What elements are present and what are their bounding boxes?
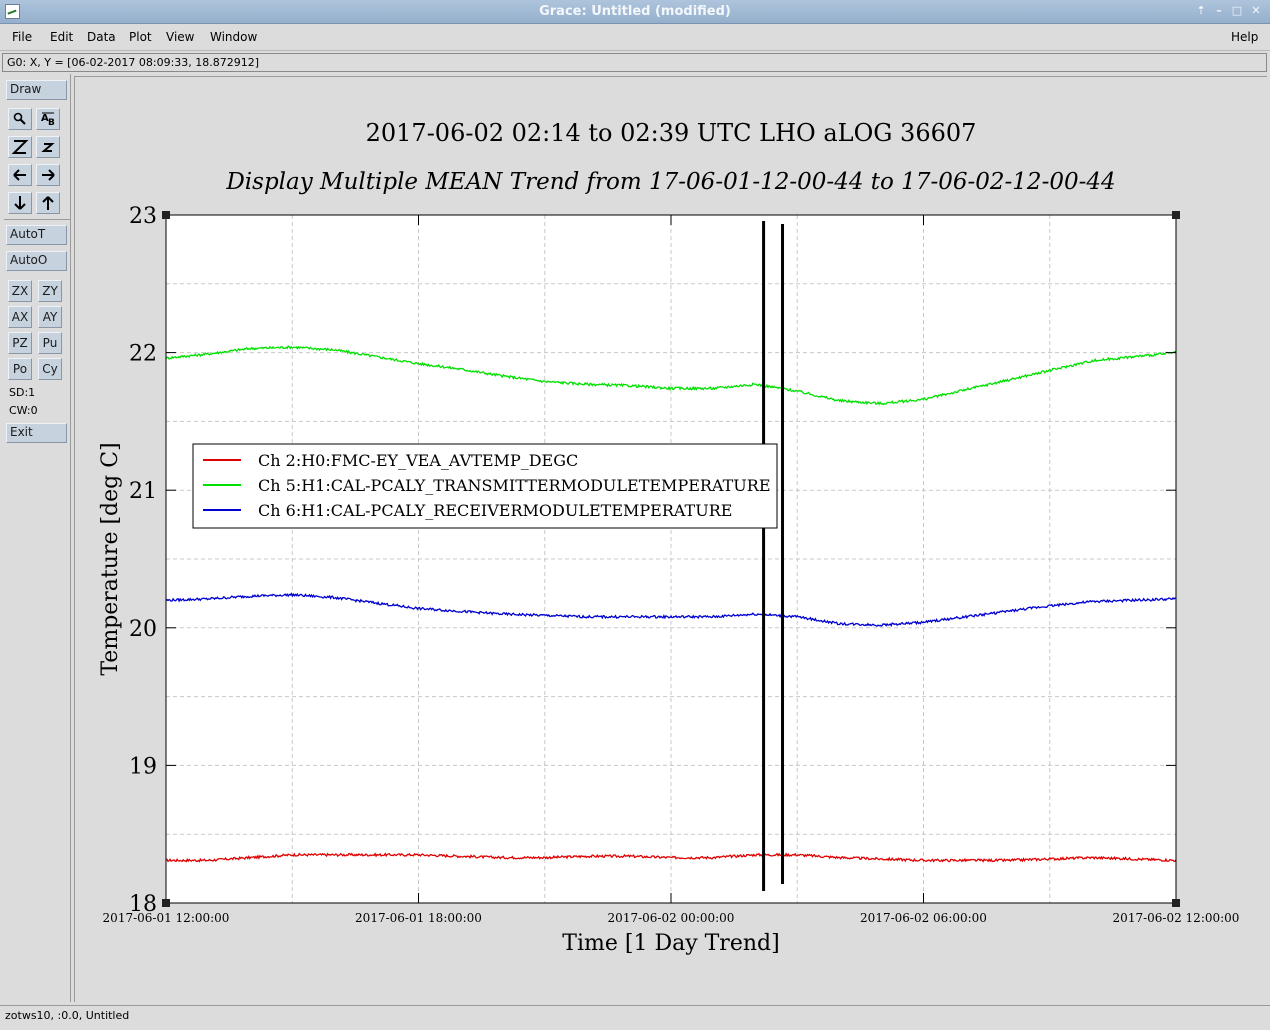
zoom-y-button[interactable]: ZY <box>38 280 62 302</box>
current-world-label: CW:0 <box>9 404 38 417</box>
menu-help[interactable]: Help <box>1231 30 1258 44</box>
legend-label-ch2: Ch 2:H0:FMC-EY_VEA_AVTEMP_DEGC <box>258 451 578 470</box>
window-title: Grace: Untitled (modified) <box>539 4 731 19</box>
menu-data[interactable]: Data <box>87 30 116 44</box>
close-icon[interactable]: ✕ <box>1249 4 1263 18</box>
x-axis-label: Time [1 Day Trend] <box>562 931 779 956</box>
x-tick-label: 2017-06-02 12:00:00 <box>1113 911 1240 925</box>
autoscale-y-button[interactable]: AY <box>38 306 62 328</box>
scroll-right-icon[interactable] <box>36 164 60 186</box>
frame-corner-handle[interactable] <box>1172 211 1180 219</box>
pop-button[interactable]: Po <box>8 358 32 380</box>
legend: Ch 2:H0:FMC-EY_VEA_AVTEMP_DEGC Ch 5:H1:C… <box>192 443 778 529</box>
frame-corner-handle[interactable] <box>162 899 170 907</box>
legend-label-ch6: Ch 6:H1:CAL-PCALY_RECEIVERMODULETEMPERAT… <box>258 501 732 520</box>
menu-file[interactable]: File <box>12 30 32 44</box>
chart-subtitle: Display Multiple MEAN Trend from 17-06-0… <box>225 169 1115 195</box>
svg-text:B: B <box>48 118 55 128</box>
draw-button[interactable]: Draw <box>6 80 67 100</box>
status-bar: zotws10, :0.0, Untitled <box>0 1005 1270 1030</box>
x-tick-labels: 2017-06-01 12:00:00 2017-06-01 18:00:00 20… <box>103 911 1240 925</box>
scroll-left-icon[interactable] <box>8 164 32 186</box>
minimize-icon[interactable]: – <box>1212 4 1226 18</box>
menu-plot[interactable]: Plot <box>129 30 152 44</box>
menu-edit[interactable]: Edit <box>50 30 73 44</box>
push-button[interactable]: Pu <box>38 332 62 354</box>
autoscale-x-button[interactable]: AX <box>8 306 32 328</box>
chart-title: 2017-06-02 02:14 to 02:39 UTC LHO aLOG 3… <box>366 119 977 147</box>
y-tick-label: 23 <box>129 204 157 229</box>
scroll-up-icon[interactable] <box>36 192 60 214</box>
menu-window[interactable]: Window <box>210 30 257 44</box>
window-title-bar[interactable]: Grace: Untitled (modified) ⇡ – □ ✕ <box>0 0 1270 24</box>
legend-label-ch5: Ch 5:H1:CAL-PCALY_TRANSMITTERMODULETEMPE… <box>258 476 771 495</box>
x-tick-label: 2017-06-02 06:00:00 <box>860 911 987 925</box>
tool-panel: Draw AB AutoT AutoO ZX ZY AX AY PZ Pu Po… <box>2 74 71 1002</box>
cycle-button[interactable]: Cy <box>38 358 62 380</box>
y-tick-label: 22 <box>129 342 157 367</box>
text-tool-icon[interactable]: AB <box>36 108 60 130</box>
menu-view[interactable]: View <box>166 30 194 44</box>
zoom-in-z-icon[interactable] <box>8 136 32 158</box>
push-zoom-button[interactable]: PZ <box>8 332 32 354</box>
x-tick-label: 2017-06-01 18:00:00 <box>355 911 482 925</box>
y-tick-label: 19 <box>129 754 157 779</box>
y-tick-labels: 181920212223 <box>129 204 157 917</box>
locator-readout: G0: X, Y = [06-02-2017 08:09:33, 18.8729… <box>2 53 1267 72</box>
y-tick-label: 21 <box>129 479 157 504</box>
stack-depth-label: SD:1 <box>9 386 36 399</box>
plot-svg: 181920212223 2017-06-01 12:00:00 2017-06-… <box>98 119 1240 956</box>
y-axis-label: Temperature [deg C] <box>98 442 123 675</box>
y-tick-label: 20 <box>129 617 157 642</box>
x-tick-label: 2017-06-01 12:00:00 <box>103 911 230 925</box>
exit-button[interactable]: Exit <box>6 423 67 443</box>
frame-corner-handle[interactable] <box>1172 899 1180 907</box>
frame-corner-handle[interactable] <box>162 211 170 219</box>
zoom-out-z-icon[interactable] <box>36 136 60 158</box>
zoom-x-button[interactable]: ZX <box>8 280 32 302</box>
toolbar-divider <box>4 219 70 220</box>
zoom-icon[interactable] <box>8 108 32 130</box>
maximize-icon[interactable]: □ <box>1230 4 1244 18</box>
autoscale-ticks-button[interactable]: AutoT <box>6 225 67 245</box>
graph-canvas[interactable]: 18 19 20 21 22 23 2017-06-01 12:00:00 2017-06-… <box>74 76 1267 1002</box>
autoscale-on-button[interactable]: AutoO <box>6 251 67 271</box>
x-tick-label: 2017-06-02 00:00:00 <box>608 911 735 925</box>
menu-bar: File Edit Data Plot View Window Help <box>0 25 1270 51</box>
scroll-down-icon[interactable] <box>8 192 32 214</box>
restore-up-icon[interactable]: ⇡ <box>1194 4 1208 18</box>
